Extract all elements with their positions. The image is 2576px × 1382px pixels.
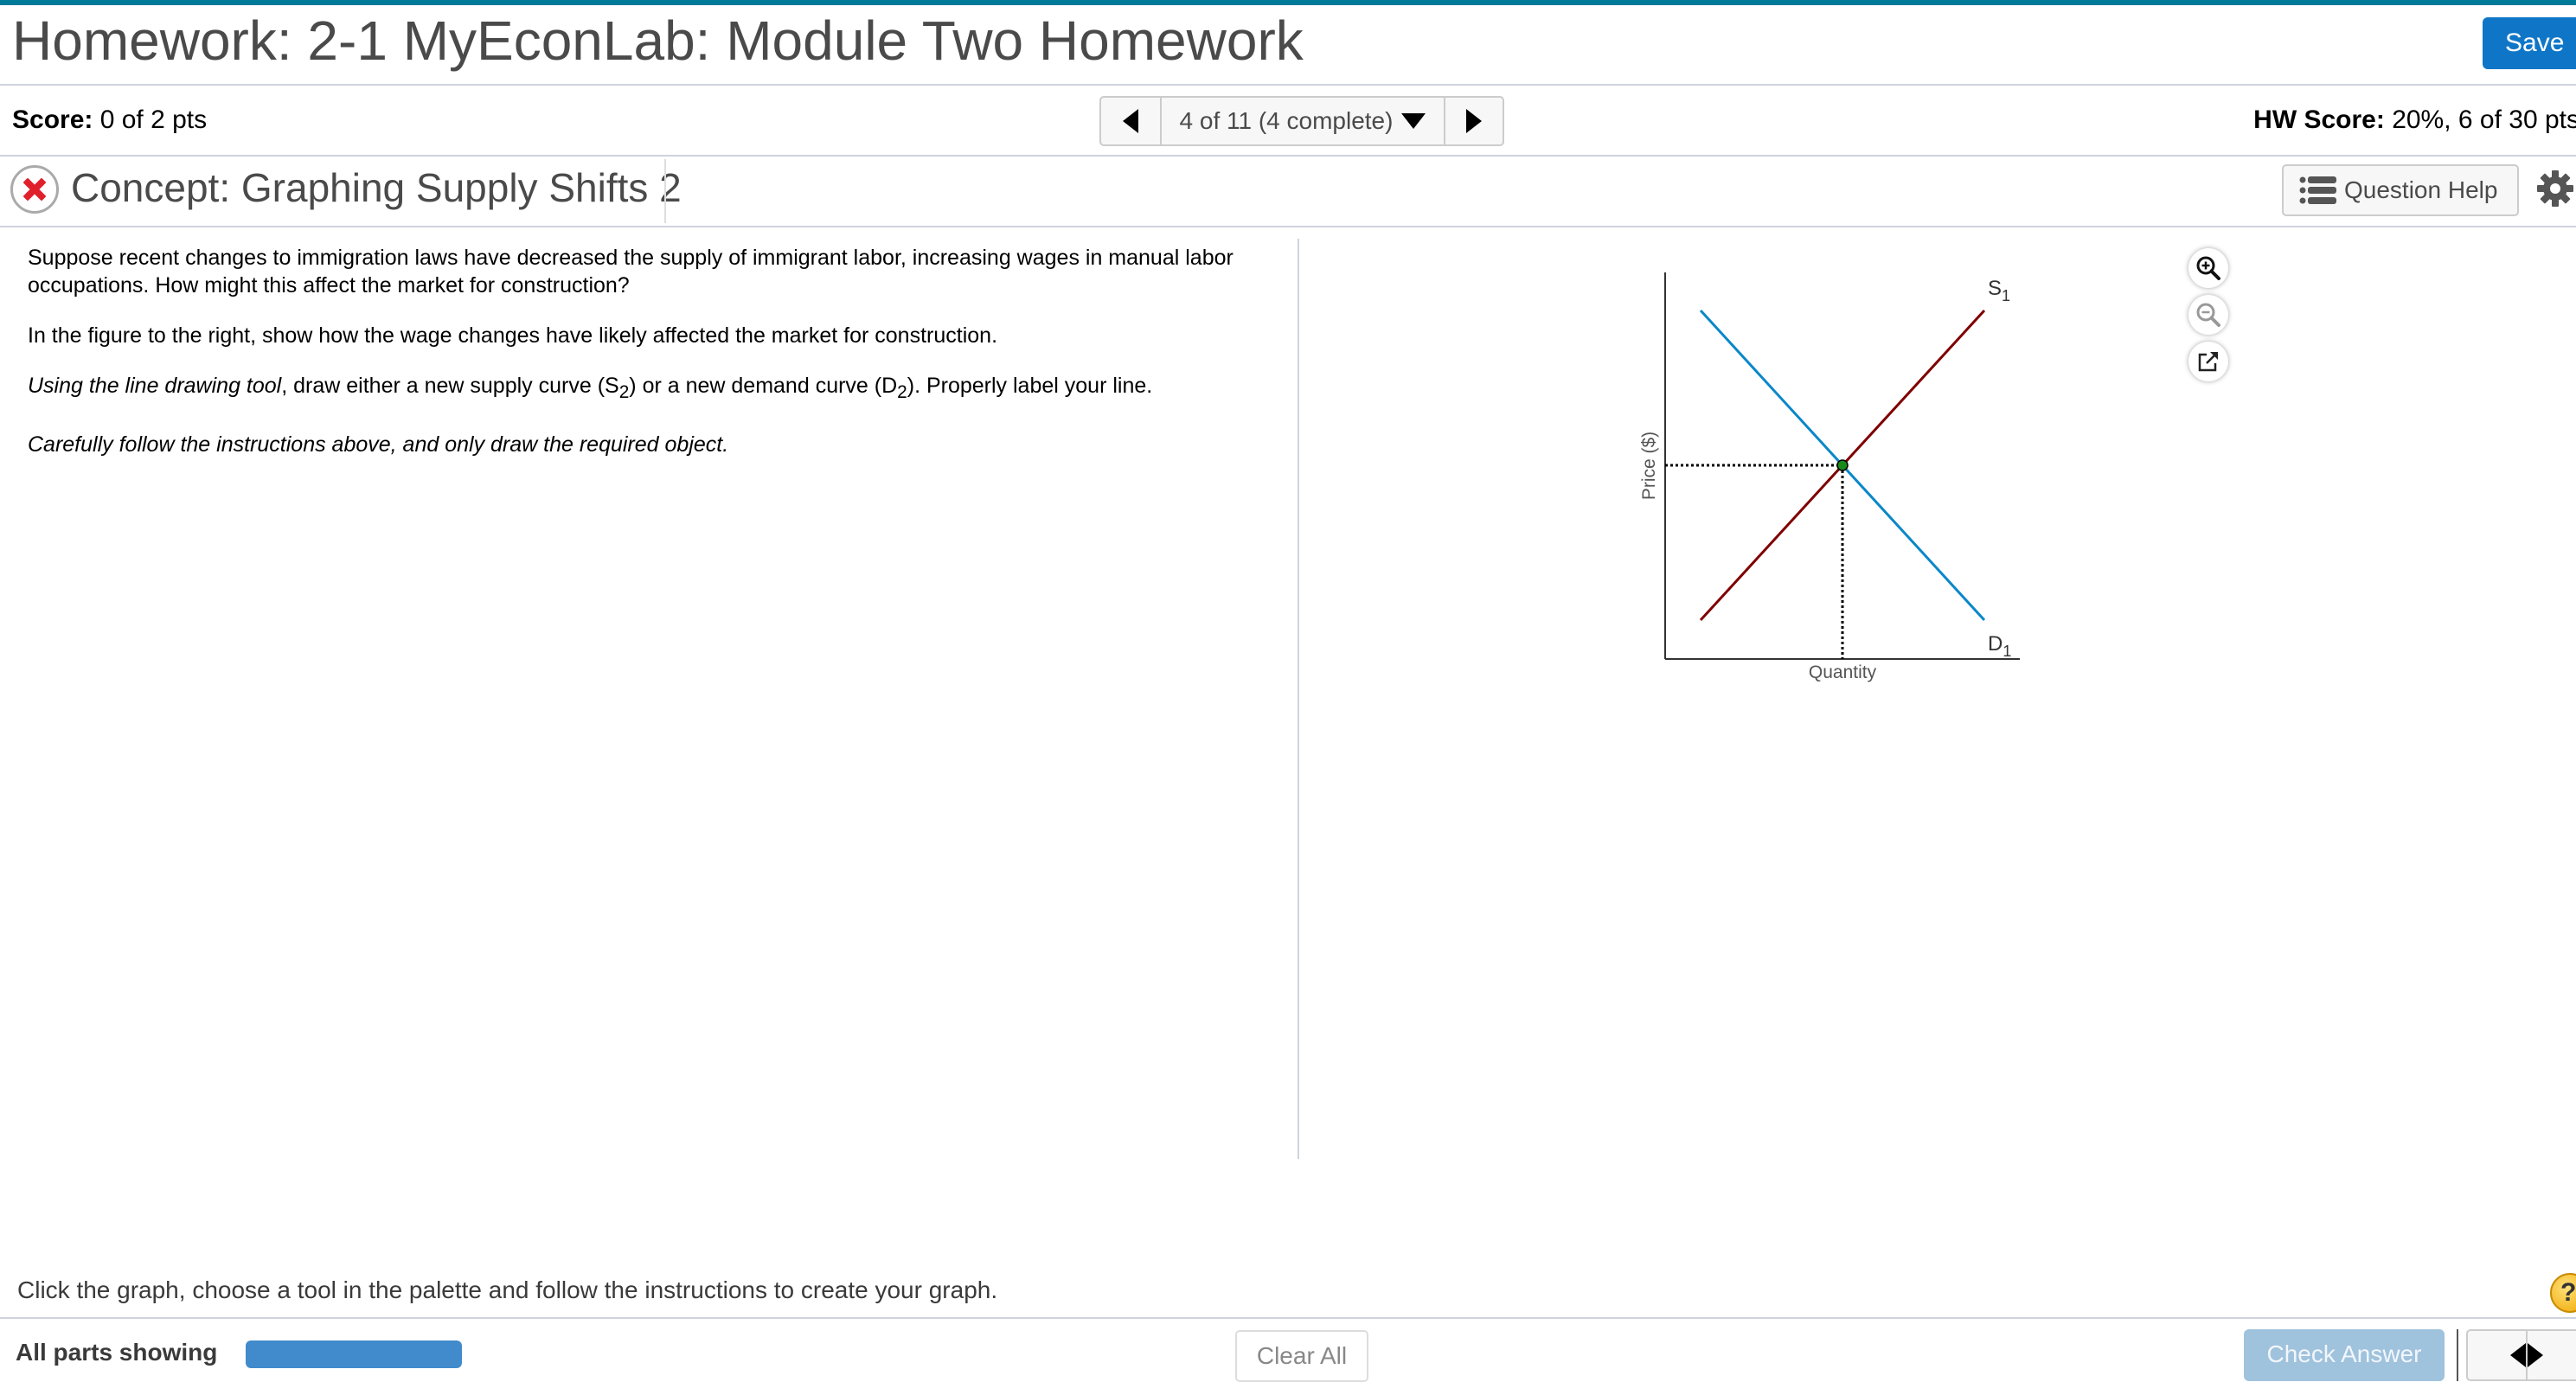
next-question-button[interactable] — [1444, 98, 1503, 144]
popout-button[interactable] — [2188, 342, 2228, 381]
x-axis-label: Quantity — [1809, 662, 1877, 682]
hw-score: HW Score: 20%, 6 of 30 pts — [2253, 106, 2576, 135]
question-paragraph-1: Suppose recent changes to immigration la… — [28, 244, 1234, 299]
d1-label: D1 — [1988, 632, 2011, 660]
divider — [0, 226, 2576, 227]
incorrect-status-icon — [10, 165, 59, 214]
column-divider — [1298, 239, 1299, 1159]
italic-text: Carefully follow the instructions above,… — [28, 432, 729, 457]
triangle-right-icon — [2528, 1343, 2576, 1367]
question-dropdown[interactable]: 4 of 11 (4 complete) — [1162, 98, 1444, 144]
triangle-left-icon — [1123, 109, 1138, 133]
question-help-button[interactable]: Question Help — [2282, 164, 2519, 216]
question-paragraph-4: Carefully follow the instructions above,… — [28, 431, 728, 458]
next-question-button[interactable] — [2528, 1331, 2576, 1379]
zoom-in-icon — [2196, 256, 2220, 280]
footer-separator — [2457, 1329, 2458, 1381]
title-separator — [664, 159, 666, 223]
score-label: Score: — [12, 106, 93, 134]
page-title: Homework: 2-1 MyEconLab: Module Two Home… — [12, 10, 1304, 72]
previous-question-button[interactable] — [1101, 98, 1162, 144]
triangle-right-icon — [1466, 109, 1482, 133]
hw-score-value: 20%, 6 of 30 pts — [2392, 106, 2576, 134]
y-axis-label: Price ($) — [1639, 432, 1659, 500]
gear-icon[interactable] — [2536, 170, 2574, 208]
italic-text: Using the line drawing tool — [28, 374, 282, 398]
divider — [0, 1317, 2576, 1319]
parts-progress-bar — [246, 1340, 462, 1368]
question-title: Concept: Graphing Supply Shifts 2 — [71, 165, 682, 210]
save-button[interactable]: Save — [2483, 17, 2576, 69]
text: ) or a new demand curve (D — [629, 374, 898, 398]
divider — [0, 155, 2576, 157]
question-paragraph-3: Using the line drawing tool, draw either… — [28, 372, 1152, 406]
s1-label: S1 — [1988, 277, 2010, 304]
subscript: 2 — [618, 382, 630, 402]
text: ). Properly label your line. — [907, 374, 1153, 398]
all-parts-showing-label: All parts showing — [16, 1339, 218, 1366]
footer-navigator — [2466, 1329, 2576, 1381]
list-icon — [2299, 176, 2336, 204]
zoom-out-icon — [2196, 303, 2220, 327]
question-score: Score: 0 of 2 pts — [12, 106, 207, 135]
question-help-label: Question Help — [2344, 176, 2498, 203]
supply-demand-chart[interactable]: Price ($) Quantity D1 S1 — [1626, 242, 2249, 813]
question-navigator: 4 of 11 (4 complete) — [1099, 96, 1504, 146]
zoom-out-button[interactable] — [2188, 295, 2228, 335]
divider — [0, 84, 2576, 86]
hw-score-label: HW Score: — [2253, 106, 2385, 134]
clear-all-button[interactable]: Clear All — [1235, 1330, 1368, 1382]
paragraph-line: occupations. How might this affect the m… — [28, 273, 630, 298]
triangle-left-icon — [2468, 1343, 2526, 1367]
top-accent-bar — [0, 0, 2576, 5]
equilibrium-point[interactable] — [1836, 459, 1849, 471]
question-paragraph-2: In the figure to the right, show how the… — [28, 323, 998, 348]
paragraph-line: Suppose recent changes to immigration la… — [28, 246, 1234, 270]
previous-question-button[interactable] — [2468, 1331, 2528, 1379]
graph-instructions: Click the graph, choose a tool in the pa… — [17, 1276, 998, 1303]
triangle-down-icon — [1401, 113, 1426, 129]
external-link-icon — [2198, 352, 2218, 372]
help-button[interactable]: ? — [2550, 1273, 2576, 1313]
progress-fill — [246, 1340, 462, 1368]
check-answer-button[interactable]: Check Answer — [2244, 1329, 2445, 1381]
question-position: 4 of 11 (4 complete) — [1179, 107, 1394, 134]
subscript: 2 — [897, 382, 907, 402]
graph-area[interactable]: Price ($) Quantity D1 S1 — [1626, 242, 2249, 813]
score-value: 0 of 2 pts — [99, 106, 208, 134]
text: , draw either a new supply curve (S — [281, 374, 619, 398]
zoom-in-button[interactable] — [2188, 248, 2228, 288]
x-mark-icon — [23, 178, 46, 201]
